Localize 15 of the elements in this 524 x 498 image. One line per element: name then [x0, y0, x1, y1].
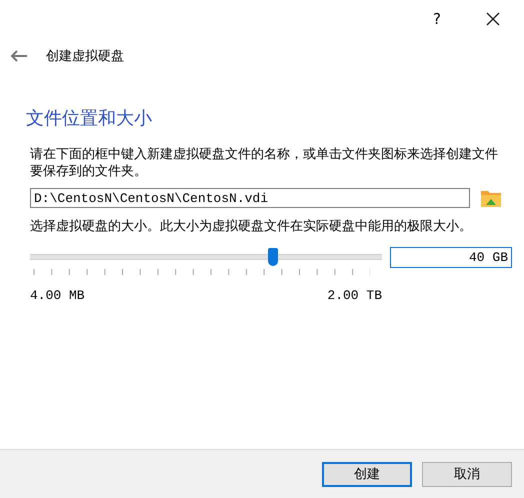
folder-icon[interactable] [480, 188, 502, 208]
size-field[interactable]: 40 GB [390, 247, 512, 268]
file-path-field[interactable]: D:\CentosN\CentosN\CentosN.vdi [30, 188, 470, 208]
close-icon[interactable] [486, 12, 500, 26]
min-size-label: 4.00 MB [30, 288, 85, 303]
location-description: 请在下面的框中键入新建虚拟硬盘文件的名称，或单击文件夹图标来选择创建文件要保存到的文件夹。 [30, 146, 499, 180]
cancel-button[interactable]: 取消 [422, 462, 512, 486]
size-description: 选择虚拟硬盘的大小。此大小为虚拟硬盘文件在实际硬盘中能用的极限大小。 [30, 218, 473, 235]
back-arrow-icon[interactable] [10, 50, 28, 62]
help-button[interactable]: ? [433, 10, 441, 28]
wizard-title: 创建虚拟硬盘 [46, 48, 124, 65]
create-button[interactable]: 创建 [322, 462, 412, 486]
section-heading: 文件位置和大小 [26, 107, 153, 130]
max-size-label: 2.00 TB [327, 288, 382, 303]
slider-thumb[interactable] [268, 248, 278, 266]
